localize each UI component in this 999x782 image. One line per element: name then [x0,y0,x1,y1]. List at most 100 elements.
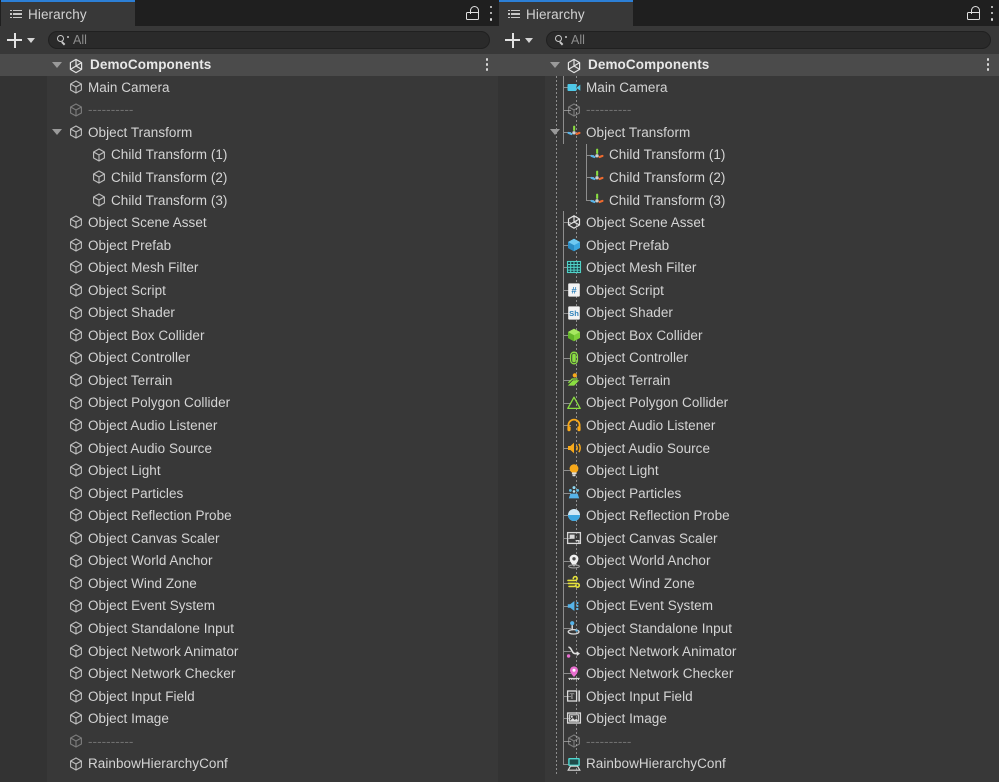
hierarchy-row[interactable]: Object Prefab [498,233,999,257]
hierarchy-row[interactable]: RainbowHierarchyConf [498,752,999,776]
hierarchy-row[interactable]: T Object Input Field [498,684,999,708]
hierarchy-row[interactable]: Object Wind Zone [498,572,999,596]
hierarchy-row[interactable]: Object Canvas Scaler [0,527,498,550]
row-label: RainbowHierarchyConf [586,756,726,772]
row-label: Object Light [586,463,659,479]
hierarchy-row[interactable]: Object Audio Listener [0,414,498,437]
hierarchy-row[interactable]: Object Script [0,279,498,302]
add-gameobject-button[interactable] [7,32,35,48]
triangle-down-icon[interactable] [550,62,560,68]
hierarchy-row[interactable]: Object Event System [0,595,498,618]
hierarchy-row[interactable]: Object Light [498,459,999,483]
hierarchy-row[interactable]: Object Audio Source [498,436,999,460]
kebab-menu-icon[interactable] [489,5,493,21]
hierarchy-row[interactable]: Object Controller [498,346,999,370]
hierarchy-row[interactable]: Object Controller [0,347,498,370]
hierarchy-row[interactable]: Object Scene Asset [0,211,498,234]
hierarchy-row[interactable]: Object Terrain [498,369,999,393]
row-label: ---------- [586,733,632,749]
hierarchy-row[interactable]: Object Reflection Probe [0,504,498,527]
hierarchy-row[interactable]: Object Shader [0,302,498,325]
row-label: Object Standalone Input [586,620,733,636]
hierarchy-row[interactable]: Object Standalone Input [498,617,999,641]
hierarchy-row[interactable]: Object Reflection Probe [498,504,999,528]
cube-icon [68,485,84,501]
separator-row[interactable]: ---------- [0,99,498,122]
hierarchy-row[interactable]: Object Wind Zone [0,572,498,595]
row-label: Object Network Animator [88,643,239,659]
hierarchy-row[interactable]: Object Network Checker [498,662,999,686]
left-hierarchy-list[interactable]: Main Camera ---------- Object Transform Chi… [0,76,498,782]
right-hierarchy-list[interactable]: Main Camera ---------- Object Transform Chi… [498,76,999,782]
hierarchy-row[interactable]: Object Audio Source [0,437,498,460]
hierarchy-row[interactable]: Child Transform (1) [498,143,999,167]
hierarchy-row[interactable]: Object Prefab [0,234,498,257]
hierarchy-row[interactable]: Object World Anchor [498,549,999,573]
row-label: Object Shader [88,305,175,321]
tab-hierarchy[interactable]: Hierarchy [499,0,633,26]
hierarchy-row[interactable]: Object Polygon Collider [0,392,498,415]
hierarchy-row[interactable]: Child Transform (1) [0,144,498,167]
separator-row[interactable]: ---------- [0,730,498,753]
hierarchy-row[interactable]: Child Transform (2) [498,166,999,190]
tab-hierarchy[interactable]: Hierarchy [1,0,135,26]
triangle-down-icon[interactable] [52,62,62,68]
hierarchy-row[interactable]: Object Canvas Scaler [498,527,999,550]
hierarchy-row[interactable]: Object Mesh Filter [0,256,498,279]
hierarchy-row[interactable]: Object Standalone Input [0,617,498,640]
scene-row-democomponents[interactable]: DemoComponents [498,54,999,76]
add-gameobject-button[interactable] [505,32,533,48]
hierarchy-row[interactable]: Object Box Collider [498,324,999,348]
hierarchy-row[interactable]: Object Network Checker [0,662,498,685]
hierarchy-row[interactable]: Object Audio Listener [498,414,999,438]
hierarchy-row[interactable]: Object Terrain [0,369,498,392]
standalone-input-icon [566,620,582,636]
tree-connector-vertical [563,538,564,550]
hierarchy-row[interactable]: Object Transform [498,121,999,145]
scene-row-democomponents[interactable]: DemoComponents [0,54,498,76]
scene-kebab-menu-icon[interactable] [485,58,489,71]
search-input[interactable]: All [48,31,490,49]
scene-kebab-menu-icon[interactable] [986,58,990,71]
unlocked-padlock-icon[interactable] [967,6,980,20]
kebab-menu-icon[interactable] [990,5,994,21]
hierarchy-row[interactable]: Object Mesh Filter [498,256,999,280]
hierarchy-row[interactable]: Object World Anchor [0,550,498,573]
triangle-down-icon[interactable] [550,129,560,136]
hierarchy-row[interactable]: Object Scene Asset [498,211,999,235]
tree-connector-vertical [586,154,587,167]
hierarchy-row[interactable]: Object Light [0,459,498,482]
cube-icon [68,688,84,704]
hierarchy-row[interactable]: Object Input Field [0,685,498,708]
hierarchy-row[interactable]: Object Box Collider [0,324,498,347]
hierarchy-row[interactable]: Main Camera [0,76,498,99]
hierarchy-row[interactable]: Object Network Animator [498,639,999,663]
separator-row[interactable]: ---------- [498,98,999,122]
search-placeholder: All [571,33,585,47]
audio-listener-icon [566,417,582,433]
unlocked-padlock-icon[interactable] [466,6,479,20]
hierarchy-row[interactable]: Object Particles [498,481,999,505]
hierarchy-row[interactable]: Child Transform (2) [0,166,498,189]
hierarchy-row[interactable]: Sh Object Shader [498,301,999,325]
hierarchy-row[interactable]: Child Transform (3) [0,189,498,212]
hierarchy-row[interactable]: Object Particles [0,482,498,505]
svg-text:Sh: Sh [569,309,579,318]
hierarchy-row[interactable]: Child Transform (3) [498,188,999,212]
triangle-down-icon[interactable] [52,129,62,136]
tree-connector-vertical [563,357,564,370]
hierarchy-row[interactable]: # Object Script [498,278,999,302]
hierarchy-row[interactable]: RainbowHierarchyConf [0,753,498,776]
hierarchy-row[interactable]: Object Polygon Collider [498,391,999,415]
row-label: Object Transform [586,124,691,140]
tree-connector-vertical [563,380,564,393]
hierarchy-row[interactable]: Object Image [498,707,999,731]
hierarchy-row[interactable]: Object Network Animator [0,640,498,663]
hierarchy-row[interactable]: Object Image [0,707,498,730]
hierarchy-row[interactable]: Main Camera [498,76,999,99]
separator-row[interactable]: ---------- [498,729,999,753]
hierarchy-row[interactable]: Object Event System [498,594,999,618]
search-input[interactable]: All [546,31,991,49]
hierarchy-row[interactable]: Object Transform [0,121,498,144]
search-dropdown-icon [57,34,69,46]
